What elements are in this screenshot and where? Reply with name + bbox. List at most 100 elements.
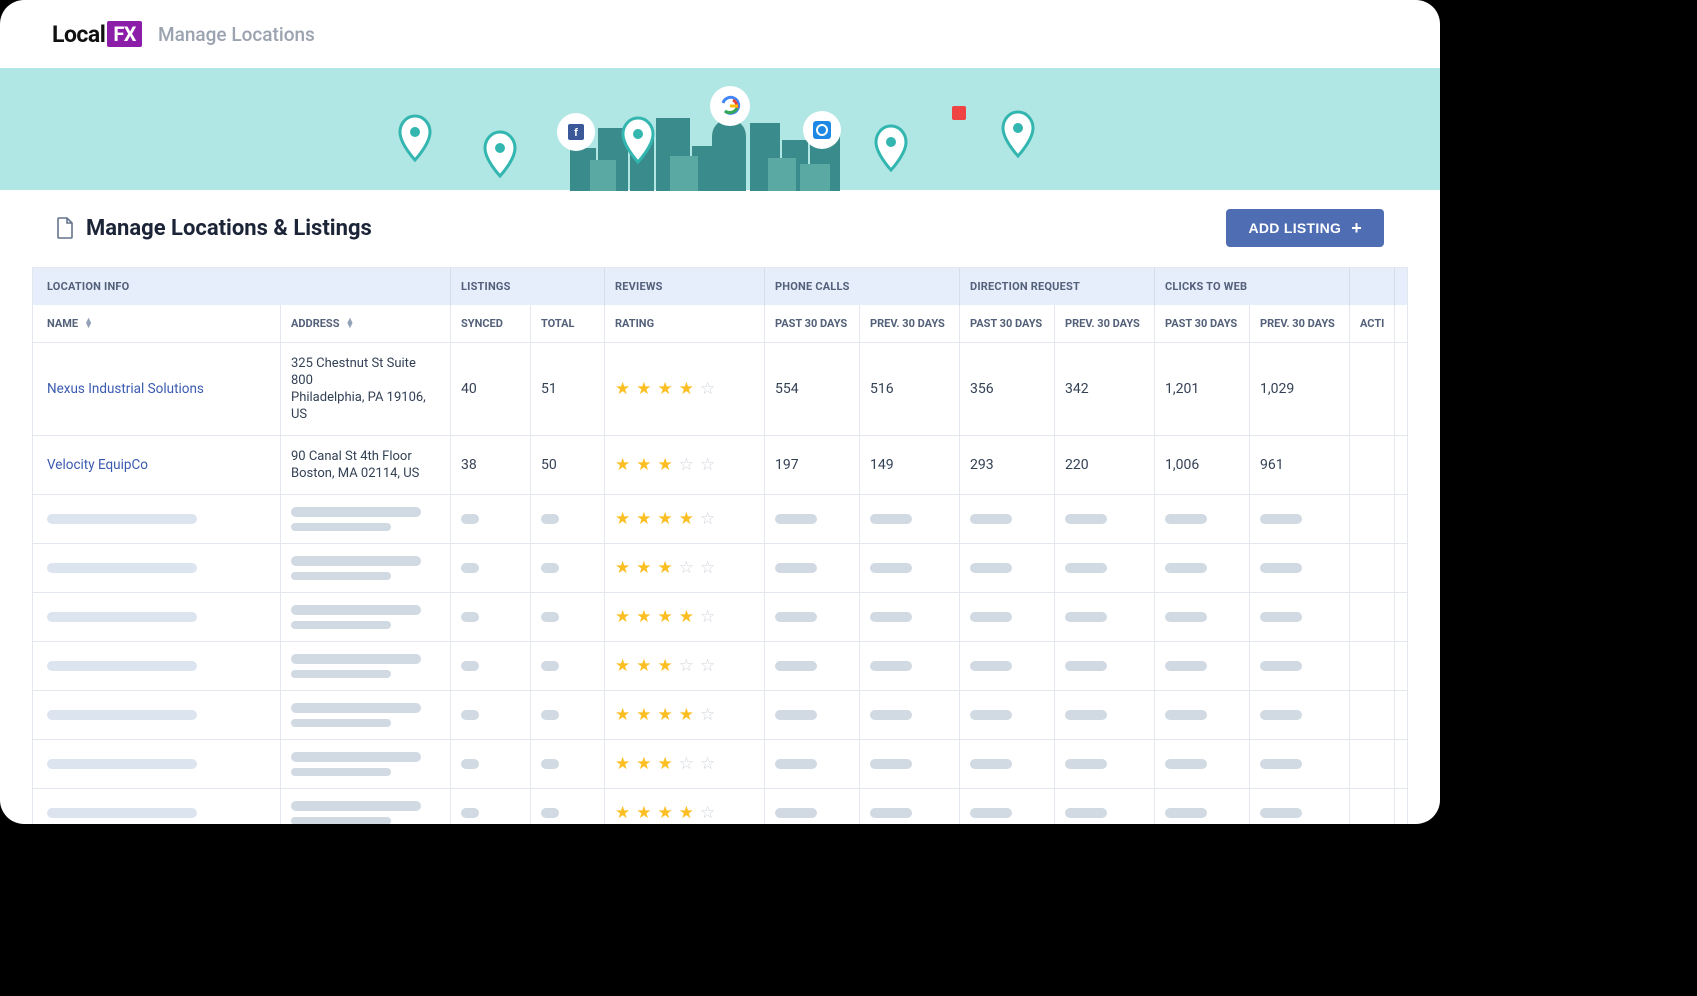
skeleton-synced [451, 789, 531, 824]
col-total[interactable]: TOTAL [531, 305, 605, 342]
cell-actions [1350, 691, 1395, 739]
cell-rating: ★★★★☆ [605, 495, 765, 543]
table-row-skeleton: ★★★☆☆ [33, 740, 1407, 789]
table-column-header: NAME ADDRESS SYNCED TOTAL RATING PAST 30… [33, 305, 1407, 343]
group-actions [1350, 268, 1395, 305]
skeleton-metric [960, 495, 1055, 543]
locations-table: LOCATION INFO LISTINGS REVIEWS PHONE CAL… [32, 268, 1408, 824]
skeleton-metric [860, 691, 960, 739]
skeleton-metric [1250, 593, 1350, 641]
skeleton-name [33, 691, 281, 739]
table-row-skeleton: ★★★☆☆ [33, 544, 1407, 593]
col-name[interactable]: NAME [33, 305, 281, 342]
skeleton-metric [960, 544, 1055, 592]
rating-stars: ★★★★☆ [615, 379, 754, 399]
table-row: Nexus Industrial Solutions 325 Chestnut S… [33, 343, 1407, 436]
skeleton-metric [765, 691, 860, 739]
cell-name: Velocity EquipCo [33, 436, 281, 494]
skeleton-metric [1250, 544, 1350, 592]
location-name-link[interactable]: Nexus Industrial Solutions [47, 381, 270, 397]
sort-icon [345, 319, 354, 329]
skeleton-synced [451, 593, 531, 641]
cell-address: 90 Canal St 4th FloorBoston, MA 02114, U… [281, 436, 451, 494]
col-address[interactable]: ADDRESS [281, 305, 451, 342]
group-phone-calls: PHONE CALLS [765, 268, 960, 305]
rating-stars: ★★★☆☆ [615, 455, 754, 475]
col-synced[interactable]: SYNCED [451, 305, 531, 342]
group-location-info: LOCATION INFO [33, 268, 451, 305]
skeleton-address [281, 691, 451, 739]
col-rating[interactable]: RATING [605, 305, 765, 342]
skeleton-metric [765, 740, 860, 788]
col-dir-prev30[interactable]: PREV. 30 DAYS [1055, 305, 1155, 342]
col-phone-prev30[interactable]: PREV. 30 DAYS [860, 305, 960, 342]
skeleton-metric [1250, 691, 1350, 739]
skeleton-synced [451, 642, 531, 690]
sort-icon [84, 319, 93, 329]
panel: Manage Locations & Listings ADD LISTING … [32, 191, 1408, 824]
add-listing-button[interactable]: ADD LISTING + [1226, 209, 1384, 247]
skeleton-total [531, 691, 605, 739]
skeleton-metric [1155, 642, 1250, 690]
group-clicks-to-web: CLICKS TO WEB [1155, 268, 1350, 305]
page-title: Manage Locations & Listings [86, 216, 372, 241]
col-dir-past30[interactable]: PAST 30 DAYS [960, 305, 1055, 342]
cell-rating: ★★★☆☆ [605, 436, 765, 494]
skeleton-metric [1155, 495, 1250, 543]
skeleton-synced [451, 495, 531, 543]
skeleton-metric [765, 495, 860, 543]
cell-dir-prev30: 220 [1055, 436, 1155, 494]
logo: Local FX [52, 21, 142, 48]
cell-address: 325 Chestnut St Suite 800Philadelphia, P… [281, 343, 451, 435]
rating-stars: ★★★★☆ [615, 607, 754, 627]
cell-dir-prev30: 342 [1055, 343, 1155, 435]
col-click-prev30[interactable]: PREV. 30 DAYS [1250, 305, 1350, 342]
skeleton-metric [860, 593, 960, 641]
skeleton-name [33, 544, 281, 592]
logo-text-fx: FX [107, 21, 142, 47]
skeleton-total [531, 495, 605, 543]
cell-rating: ★★★★☆ [605, 343, 765, 435]
skeleton-synced [451, 740, 531, 788]
cell-actions [1350, 495, 1395, 543]
panel-header: Manage Locations & Listings ADD LISTING … [32, 191, 1408, 268]
rating-stars: ★★★☆☆ [615, 656, 754, 676]
skeleton-name [33, 789, 281, 824]
skeleton-metric [1055, 789, 1155, 824]
skeleton-total [531, 740, 605, 788]
skeleton-name [33, 740, 281, 788]
col-phone-past30[interactable]: PAST 30 DAYS [765, 305, 860, 342]
rating-stars: ★★★★☆ [615, 803, 754, 823]
table-row-skeleton: ★★★★☆ [33, 495, 1407, 544]
table-row-skeleton: ★★★★☆ [33, 789, 1407, 824]
skeleton-metric [1055, 691, 1155, 739]
skeleton-metric [1055, 593, 1155, 641]
cell-actions[interactable] [1350, 436, 1395, 494]
skeleton-metric [1055, 495, 1155, 543]
table-row-skeleton: ★★★★☆ [33, 593, 1407, 642]
cell-actions [1350, 789, 1395, 824]
skeleton-metric [1055, 544, 1155, 592]
cell-actions [1350, 544, 1395, 592]
skeleton-total [531, 789, 605, 824]
cell-rating: ★★★☆☆ [605, 544, 765, 592]
location-name-link[interactable]: Velocity EquipCo [47, 457, 270, 473]
skeleton-metric [1250, 495, 1350, 543]
col-click-past30[interactable]: PAST 30 DAYS [1155, 305, 1250, 342]
skeleton-metric [1055, 642, 1155, 690]
skeleton-address [281, 495, 451, 543]
add-listing-label: ADD LISTING [1248, 220, 1341, 236]
skeleton-total [531, 593, 605, 641]
skeleton-metric [860, 642, 960, 690]
skeleton-metric [860, 495, 960, 543]
logo-text-local: Local [52, 21, 105, 48]
document-icon [56, 217, 74, 239]
skeleton-metric [765, 544, 860, 592]
app-window: Local FX Manage Locations [0, 0, 1440, 824]
skeleton-metric [1155, 593, 1250, 641]
cell-click-prev30: 1,029 [1250, 343, 1350, 435]
cell-actions[interactable] [1350, 343, 1395, 435]
skeleton-name [33, 642, 281, 690]
cell-total: 51 [531, 343, 605, 435]
cell-actions [1350, 593, 1395, 641]
